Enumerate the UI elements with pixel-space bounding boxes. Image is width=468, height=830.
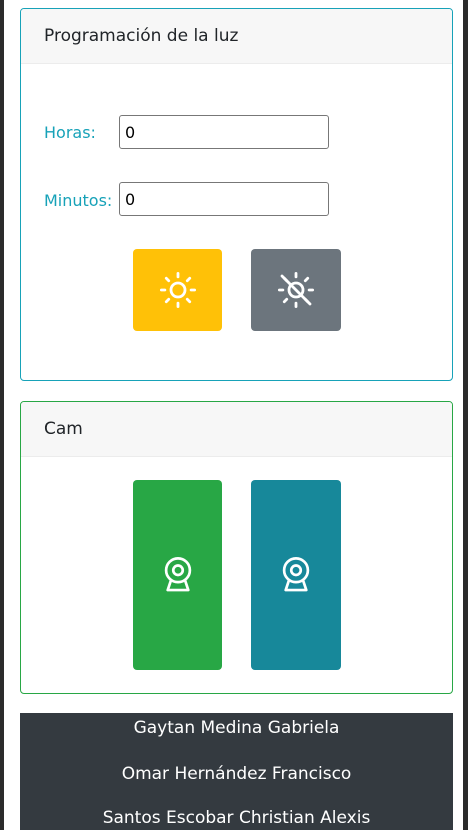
left-window-border <box>0 0 4 830</box>
cam-card: Cam <box>20 401 453 694</box>
light-schedule-header: Programación de la luz <box>21 9 452 64</box>
footer-credits: Gaytan Medina Gabriela Omar Hernández Fr… <box>20 713 453 830</box>
cam-button-1[interactable] <box>133 480 222 670</box>
footer-name: Gaytan Medina Gabriela <box>133 718 340 738</box>
footer-name: Omar Hernández Francisco <box>121 764 352 784</box>
webcam-icon <box>164 557 191 592</box>
light-schedule-card: Programación de la luz Horas: Minutos: <box>20 8 453 381</box>
cam-button-2[interactable] <box>251 480 341 670</box>
sun-icon <box>159 271 196 309</box>
minutes-input[interactable] <box>119 182 329 216</box>
webcam-icon <box>282 557 310 592</box>
light-off-button[interactable] <box>251 249 341 331</box>
minutes-label: Minutos: <box>44 191 113 210</box>
scrollbar-track[interactable] <box>463 0 468 830</box>
hours-input[interactable] <box>119 115 329 149</box>
footer-name: Santos Escobar Christian Alexis <box>102 808 371 828</box>
cam-header: Cam <box>21 402 452 457</box>
hours-label: Horas: <box>44 123 96 142</box>
light-on-button[interactable] <box>133 249 222 331</box>
sun-off-icon <box>277 271 315 309</box>
